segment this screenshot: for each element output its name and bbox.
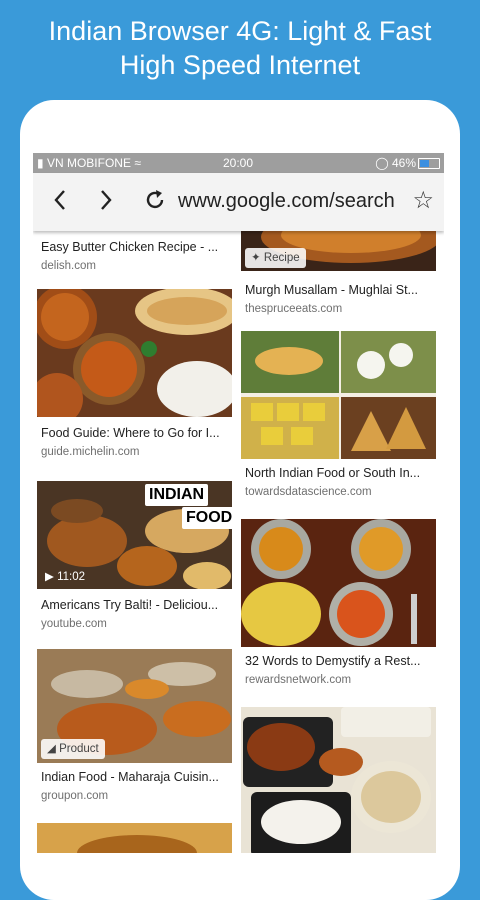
result-caption[interactable]: Americans Try Balti! - Deliciou...: [41, 598, 231, 612]
video-duration: ▶ 11:02: [45, 571, 85, 583]
result-video-thumbnail[interactable]: INDIAN FOOD! ▶ 11:02: [37, 481, 232, 589]
bookmark-button[interactable]: ☆: [412, 186, 434, 215]
thumbnail-overlay-text: INDIAN: [145, 484, 209, 506]
star-icon: ☆: [412, 187, 434, 214]
result-caption[interactable]: Easy Butter Chicken Recipe - ...: [41, 240, 231, 254]
result-image[interactable]: [37, 823, 232, 853]
result-source: thespruceeats.com: [245, 303, 343, 315]
image-results-grid: Easy Butter Chicken Recipe - ... delish.…: [33, 231, 444, 853]
promo-title-line2: High Speed Internet: [119, 50, 361, 80]
signal-icon: ▮: [37, 156, 44, 170]
result-caption[interactable]: Food Guide: Where to Go for I...: [41, 426, 231, 440]
phone-screen: ▮ VN MOBIFONE ≈ 20:00 ◯ 46% www.google.c…: [33, 153, 444, 853]
result-source: towardsdatascience.com: [245, 486, 372, 498]
alarm-icon: ◯: [375, 156, 389, 170]
play-icon: ▶: [45, 571, 54, 583]
product-badge: ◢ Product: [41, 739, 105, 759]
result-caption[interactable]: Murgh Musallam - Mughlai St...: [245, 283, 435, 297]
thumbnail-overlay-text: FOOD!: [182, 507, 232, 529]
result-source: guide.michelin.com: [41, 446, 140, 458]
fork-knife-icon: ✦: [251, 252, 261, 264]
forward-button[interactable]: [99, 185, 113, 218]
status-time: 20:00: [223, 156, 254, 170]
result-image[interactable]: [241, 707, 436, 853]
url-field[interactable]: www.google.com/search: [178, 190, 403, 213]
carrier-name: VN MOBIFONE: [46, 156, 131, 170]
result-image[interactable]: [241, 331, 436, 459]
promo-header: Indian Browser 4G: Light & Fast High Spe…: [0, 14, 480, 82]
carrier-label: ▮ VN MOBIFONE ≈: [37, 156, 141, 170]
chevron-left-icon: [54, 190, 65, 210]
result-caption[interactable]: Indian Food - Maharaja Cuisin...: [41, 770, 231, 784]
recipe-badge: ✦ Recipe: [245, 248, 306, 268]
tag-icon: ◢: [47, 743, 56, 755]
result-image[interactable]: [37, 289, 232, 417]
wifi-icon: ≈: [134, 156, 141, 170]
reload-button[interactable]: [143, 185, 167, 218]
result-caption[interactable]: North Indian Food or South In...: [245, 466, 435, 480]
status-bar: ▮ VN MOBIFONE ≈ 20:00 ◯ 46%: [33, 153, 444, 173]
result-caption[interactable]: 32 Words to Demystify a Rest...: [245, 654, 435, 668]
chevron-right-icon: [101, 190, 112, 210]
result-source: youtube.com: [41, 618, 107, 630]
battery-percent: ◯ 46%: [375, 156, 416, 170]
back-button[interactable]: [53, 185, 67, 218]
result-image[interactable]: ◢ Product: [37, 649, 232, 763]
result-source: rewardsnetwork.com: [245, 674, 352, 686]
result-source: groupon.com: [41, 790, 109, 802]
result-image[interactable]: [241, 519, 436, 647]
result-image[interactable]: ✦ Recipe: [241, 231, 436, 271]
battery-icon: [418, 158, 440, 169]
browser-toolbar: www.google.com/search ☆: [33, 173, 444, 231]
reload-icon: [146, 190, 164, 209]
promo-title-line1: Indian Browser 4G: Light & Fast: [48, 16, 432, 46]
result-source: delish.com: [41, 260, 96, 272]
